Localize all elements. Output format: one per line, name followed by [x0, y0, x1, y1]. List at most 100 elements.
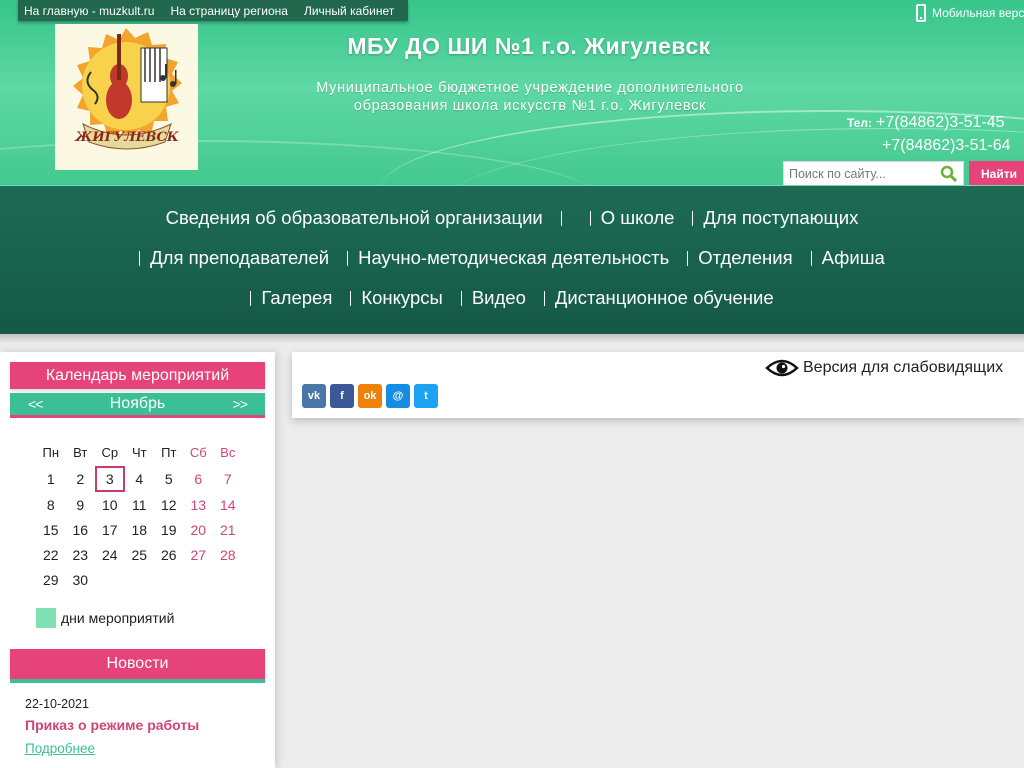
site-logo[interactable]: ЖИГУЛЕВСК [55, 24, 198, 170]
calendar-month-underline [10, 415, 265, 418]
calendar-day[interactable]: 13 [184, 497, 214, 513]
nav-separator [250, 290, 252, 306]
nav-item-label: О школе [600, 207, 675, 228]
facebook-icon[interactable]: f [330, 384, 354, 408]
weekday-label: Чт [131, 445, 147, 460]
calendar-title: Календарь мероприятий [10, 362, 265, 389]
site-subtitle-line: Муниципальное бюджетное учреждение допол… [316, 80, 744, 96]
site-subtitle: Муниципальное бюджетное учреждение допол… [290, 79, 770, 115]
calendar-prev-button[interactable]: << [28, 396, 43, 412]
nav-item-applicants[interactable]: Для поступающих [692, 207, 858, 229]
calendar-day[interactable]: 4 [125, 471, 155, 487]
nav-row: Для преподавателей Научно-методическая д… [0, 247, 1024, 269]
site-subtitle-line: образования школа искусств №1 г.о. Жигул… [353, 98, 707, 114]
nav-item-video[interactable]: Видео [460, 287, 526, 309]
phone-line-1: Тел: +7(84862)3-51-45 [847, 114, 1005, 132]
calendar-day[interactable]: 29 [36, 572, 66, 588]
calendar-day[interactable]: 12 [154, 497, 184, 513]
calendar-day[interactable]: 2 [66, 471, 96, 487]
nav-item-poster[interactable]: Афиша [810, 247, 885, 269]
nav-item-label: Для преподавателей [150, 247, 330, 268]
calendar-day[interactable]: 10 [95, 497, 125, 513]
calendar-day[interactable]: 20 [184, 522, 214, 538]
twitter-icon[interactable]: t [414, 384, 438, 408]
calendar-week: 22 23 24 25 26 27 28 [36, 542, 243, 567]
calendar-week: 29 30 [36, 567, 243, 592]
calendar-day[interactable]: 7 [213, 471, 243, 487]
calendar-day[interactable]: 26 [154, 547, 184, 563]
calendar-month-bar: << Ноябрь >> [10, 393, 265, 415]
link-personal-cabinet[interactable]: Личный кабинет [304, 4, 394, 18]
calendar-day[interactable]: 8 [36, 497, 66, 513]
nav-separator [589, 210, 591, 226]
calendar-day[interactable]: 15 [36, 522, 66, 538]
nav-separator [139, 250, 141, 266]
calendar-day[interactable]: 6 [184, 471, 214, 487]
low-vision-link[interactable]: Версия для слабовидящих [765, 358, 1003, 378]
vk-icon[interactable]: vk [302, 384, 326, 408]
calendar-day[interactable]: 11 [125, 497, 155, 513]
nav-item-info[interactable]: Сведения об образовательной организации [166, 207, 543, 229]
nav-item-label: Конкурсы [361, 287, 443, 308]
mobile-version-link[interactable]: Мобильная верс [916, 4, 1024, 22]
phone-number-2[interactable]: +7(84862)3-51-64 [882, 137, 1011, 155]
nav-item-contests[interactable]: Конкурсы [350, 287, 443, 309]
odnoklassniki-icon[interactable]: ok [358, 384, 382, 408]
calendar-day[interactable]: 28 [213, 547, 243, 563]
moimir-icon[interactable]: @ [386, 384, 410, 408]
calendar-day[interactable]: 24 [95, 547, 125, 563]
nav-separator [560, 210, 562, 226]
search-input[interactable] [784, 163, 934, 185]
search-box [783, 161, 964, 187]
calendar-day[interactable]: 30 [66, 572, 96, 588]
calendar-day[interactable]: 1 [36, 471, 66, 487]
phone-number-1[interactable]: +7(84862)3-51-45 [876, 114, 1005, 131]
news-more-link[interactable]: Подробнее [25, 741, 95, 756]
calendar-day[interactable]: 21 [213, 522, 243, 538]
nav-item-label: Афиша [821, 247, 885, 268]
nav-shadow [0, 334, 1024, 344]
nav-separator [687, 250, 689, 266]
top-bar: На главную - muzkult.ru На страницу реги… [18, 0, 409, 21]
nav-item-label: Научно-методическая деятельность [358, 247, 670, 268]
calendar-week: 8 9 10 11 12 13 14 [36, 492, 243, 517]
calendar-day[interactable]: 27 [184, 547, 214, 563]
calendar-day-today[interactable]: 3 [95, 465, 125, 492]
nav-item-distance[interactable]: Дистанционное обучение [543, 287, 774, 309]
mobile-version-label: Мобильная верс [932, 6, 1024, 20]
link-region-page[interactable]: На страницу региона [170, 4, 287, 18]
nav-item-label: Галерея [261, 287, 333, 308]
calendar-day[interactable]: 14 [213, 497, 243, 513]
nav-row: Галерея Конкурсы Видео Дистанционное обу… [0, 287, 1024, 309]
calendar-day[interactable]: 17 [95, 522, 125, 538]
calendar-next-button[interactable]: >> [233, 396, 248, 412]
nav-item-teachers[interactable]: Для преподавателей [139, 247, 329, 269]
nav-item-departments[interactable]: Отделения [687, 247, 793, 269]
link-home-muzkult[interactable]: На главную - muzkult.ru [24, 4, 154, 18]
weekday-label: Пт [161, 445, 177, 460]
news-headline[interactable]: Приказ о режиме работы [25, 717, 199, 733]
calendar-day[interactable]: 22 [36, 547, 66, 563]
nav-item-label: Видео [471, 287, 526, 308]
calendar-day[interactable]: 23 [66, 547, 96, 563]
calendar-day[interactable]: 5 [154, 471, 184, 487]
calendar-day[interactable]: 19 [154, 522, 184, 538]
calendar-day[interactable]: 9 [66, 497, 96, 513]
low-vision-label: Версия для слабовидящих [803, 359, 1004, 376]
search-button[interactable]: Найти [969, 161, 1024, 187]
site-header: На главную - muzkult.ru На страницу реги… [0, 0, 1024, 185]
nav-item-about[interactable]: О школе [589, 207, 675, 229]
mobile-phone-icon [916, 4, 926, 22]
calendar-day[interactable]: 18 [125, 522, 155, 538]
calendar-day[interactable]: 16 [66, 522, 96, 538]
nav-item-methodology[interactable]: Научно-методическая деятельность [347, 247, 669, 269]
calendar-month: Ноябрь [109, 395, 166, 412]
nav-item-empty[interactable] [560, 210, 572, 226]
nav-item-gallery[interactable]: Галерея [250, 287, 332, 309]
nav-separator [810, 250, 812, 266]
news-date: 22-10-2021 [25, 697, 89, 711]
calendar-title-text: Календарь мероприятий [45, 366, 230, 384]
weekday-label: Вс [220, 445, 236, 460]
calendar-day[interactable]: 25 [125, 547, 155, 563]
nav-item-label: Отделения [698, 247, 793, 268]
